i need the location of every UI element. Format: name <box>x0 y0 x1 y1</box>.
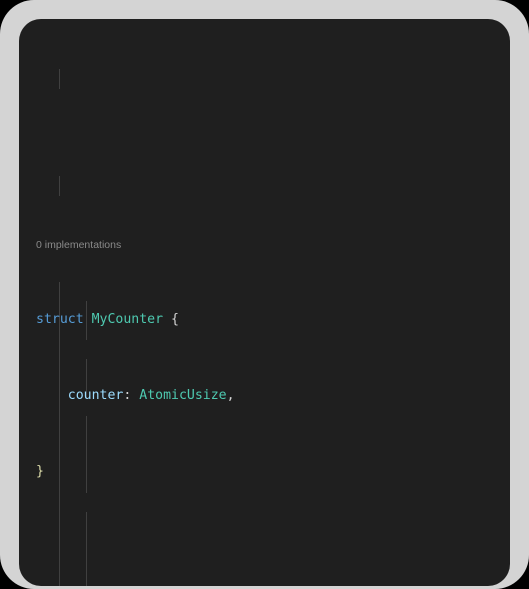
codelens-label: 0 implementations <box>36 239 122 251</box>
keyword-struct: struct <box>36 312 84 327</box>
indent-guide <box>59 176 60 196</box>
colon: : <box>123 388 132 404</box>
code-line-1[interactable]: struct MyCounter { <box>19 310 510 329</box>
screenshot-frame: 0 implementations struct MyCounter { cou… <box>0 0 529 589</box>
indent-guide <box>86 416 87 493</box>
comma: , <box>226 388 235 404</box>
code-content[interactable]: 0 implementations struct MyCounter { cou… <box>19 19 510 586</box>
codelens-implementations-mycounter[interactable]: 0 implementations <box>19 238 510 253</box>
field-counter: counter <box>67 388 124 404</box>
indent-guide <box>86 512 87 586</box>
type-atomicusize: AtomicUsize <box>139 388 227 404</box>
brace-open: { <box>171 312 179 327</box>
code-line-3[interactable]: } <box>19 462 510 481</box>
code-line-2[interactable]: counter: AtomicUsize, <box>19 386 510 405</box>
code-editor-panel[interactable]: 0 implementations struct MyCounter { cou… <box>19 19 510 586</box>
brace-close: } <box>36 464 44 480</box>
type-mycounter: MyCounter <box>91 312 164 327</box>
indent-guide <box>59 69 60 89</box>
